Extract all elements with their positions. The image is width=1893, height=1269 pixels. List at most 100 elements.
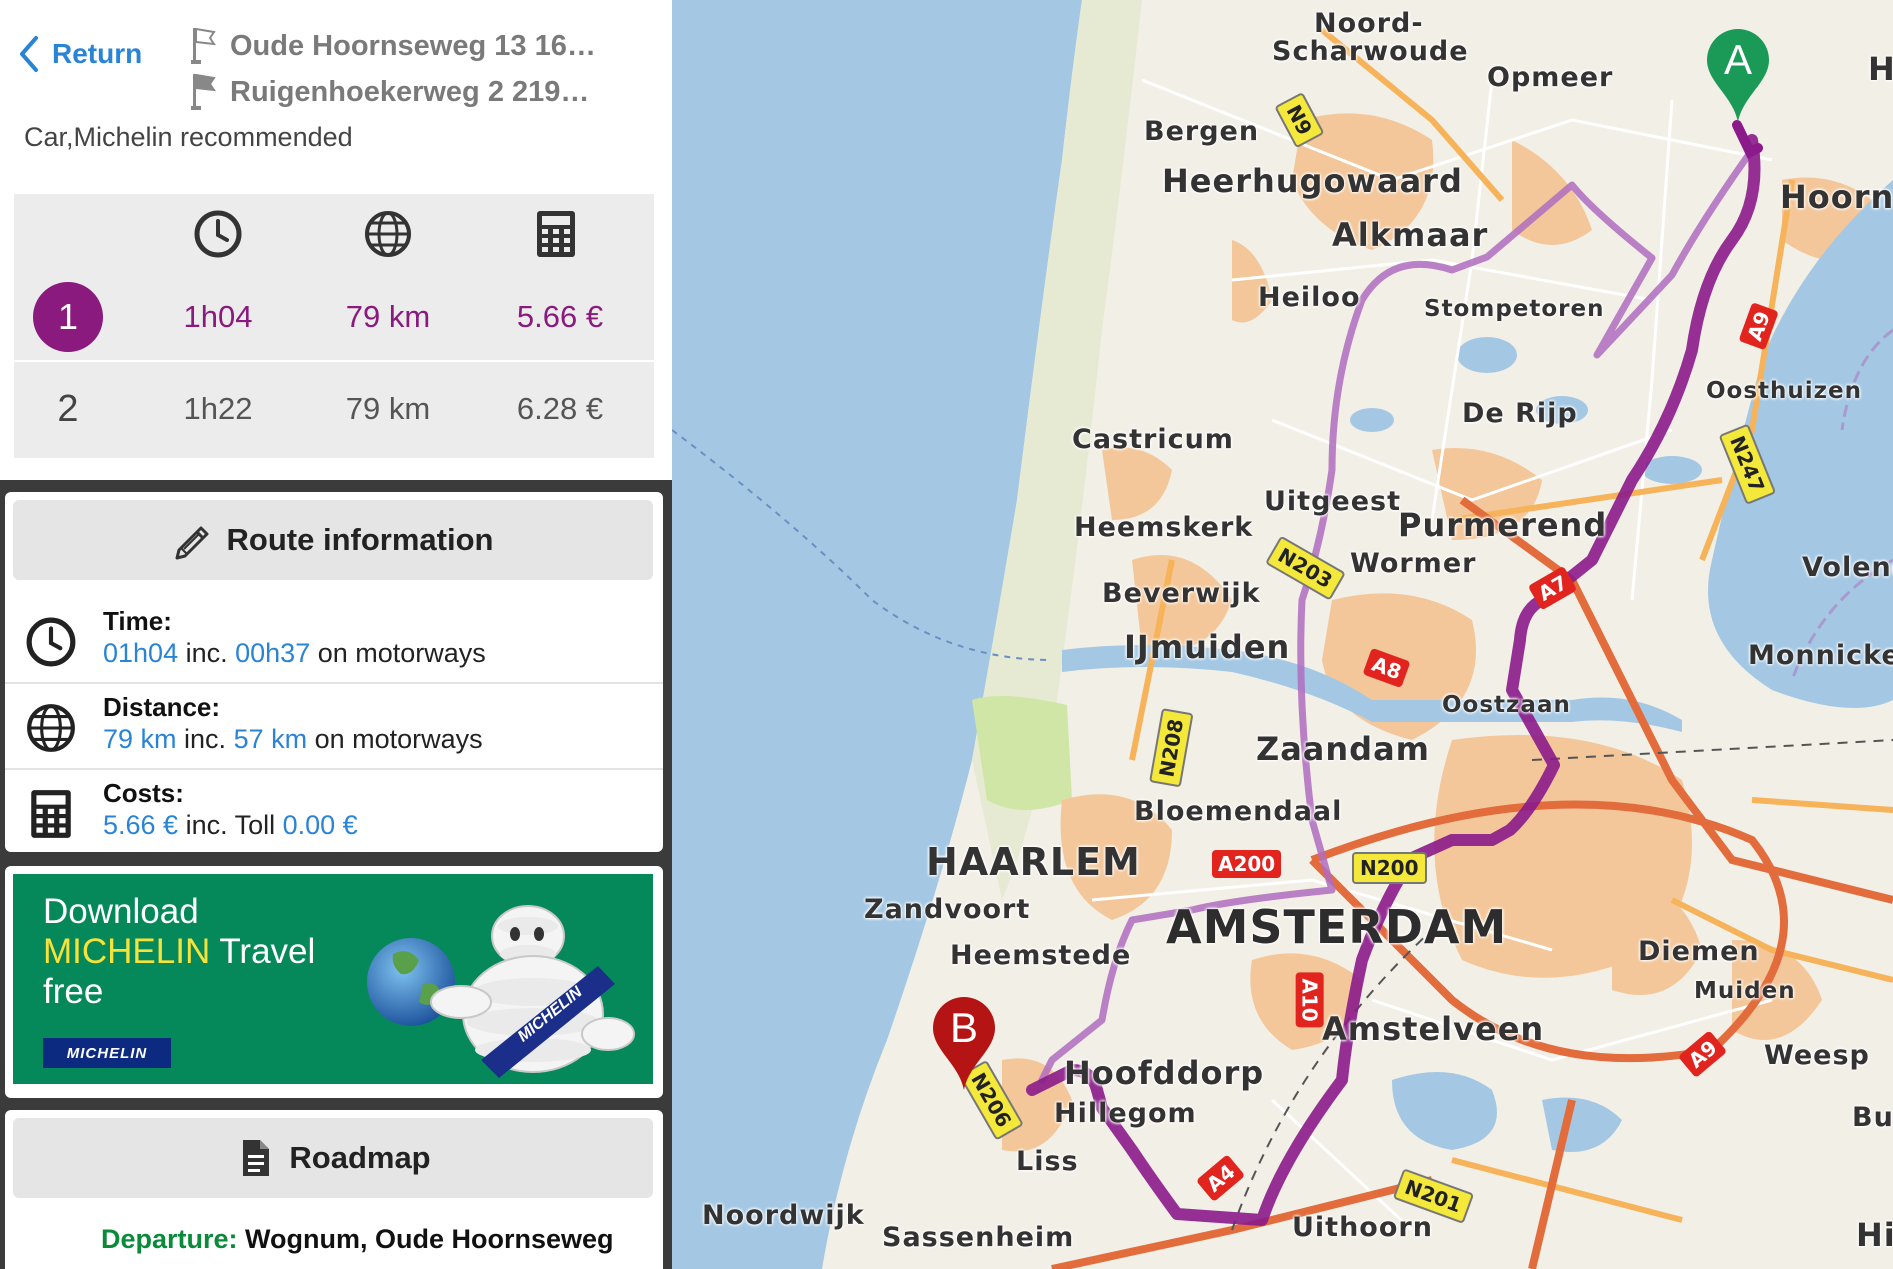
map-label: Noord- [1314,8,1424,39]
calculator-icon [31,790,71,838]
costs-info-row: Costs: 5.66 € inc. Toll 0.00 € [5,770,663,852]
clock-icon [26,617,76,667]
chevron-left-icon [20,36,38,72]
time-suffix: on motorways [310,638,486,668]
route-option-1[interactable]: 1 1h04 79 km 5.66 € [14,272,654,362]
route-option-index: 1 [33,282,103,352]
route-map[interactable]: Noord- Scharwoude Opmeer Bergen Heerhugo… [672,0,1893,1269]
route-panel: Return Oude Hoornseweg 13 16… Ruigenhoek… [0,0,672,1269]
map-label: Alkmaar [1332,216,1489,254]
globe-icon [27,704,75,752]
map-label: De Rijp [1462,398,1578,429]
to-address: Ruigenhoekerweg 2 219… [230,75,590,108]
map-label: Zandvoort [864,894,1031,925]
michelin-man-illustration: MICHELIN [367,905,635,1078]
map-label: Buss [1852,1102,1893,1133]
clock-icon [194,210,242,258]
time-motorway: 00h37 [235,638,311,668]
sea-boundary [672,429,1053,661]
route-option-cost: 5.66 € [516,299,604,334]
roadmap-departure: Departure: Wognum, Oude Hoornseweg [101,1224,614,1255]
route-mode: Car,Michelin recommended [24,122,353,152]
michelin-logo: MICHELIN [43,1038,171,1068]
map-label: Bloemendaal [1134,796,1343,827]
map-label: Liss [1016,1146,1079,1177]
from-address-row[interactable]: Oude Hoornseweg 13 16… [190,26,596,66]
map-label: Hi [1856,1216,1893,1254]
route-options-table: 1 1h04 79 km 5.66 € 2 1h22 79 km 6.28 € [14,194,654,458]
route-option-distance: 79 km [345,391,431,426]
map-label: Heiloo [1258,282,1361,313]
route-option-cost: 6.28 € [516,391,604,426]
map-label: Muiden [1694,978,1796,1004]
end-marker-label: B [949,1004,978,1051]
time-inc: inc. [178,638,236,668]
costs-inc: inc. Toll [178,810,283,840]
costs-total: 5.66 € [103,810,179,840]
end-marker[interactable]: B [929,994,999,1094]
to-address-row[interactable]: Ruigenhoekerweg 2 219… [190,72,589,112]
end-flag-icon [191,73,216,110]
start-marker[interactable]: A [1703,26,1773,126]
costs-toll: 0.00 € [282,810,358,840]
cost-column-header [506,204,606,264]
route-option-time: 1h04 [183,299,253,334]
globe-icon [365,211,411,257]
start-flag-icon [191,27,216,64]
promo-line-2: MICHELIN Travel [43,932,315,972]
time-info-row: Time: 01h04 inc. 00h37 on motorways [5,598,663,684]
return-button[interactable]: Return [18,34,142,74]
map-label: Castricum [1072,424,1234,455]
map-label: Wormer [1350,548,1477,579]
distance-title: Distance: [103,692,221,722]
map-label: H [1868,50,1893,88]
time-detail: 01h04 inc. 00h37 on motorways [103,638,486,669]
time-total: 01h04 [103,638,179,668]
promo-line-3: free [43,972,104,1011]
map-label: Heerhugowaard [1162,162,1463,200]
route-information-header[interactable]: Route information [13,500,653,580]
pencil-icon [175,526,209,560]
map-label: Volend [1802,552,1893,583]
map-label: Scharwoude [1272,36,1469,67]
map-label: Hoofddorp [1064,1054,1265,1092]
route-option-2[interactable]: 2 1h22 79 km 6.28 € [14,364,654,454]
map-label: Uithoorn [1292,1212,1433,1243]
document-icon [243,1140,270,1176]
roadmap-header[interactable]: Roadmap [13,1118,653,1198]
map-label: HAARLEM [926,840,1141,884]
park-area [972,696,1072,810]
distance-detail: 79 km inc. 57 km on motorways [103,724,483,755]
roadmap-card: Roadmap Departure: Wognum, Oude Hoornsew… [5,1110,663,1269]
route-option-time: 1h22 [183,391,253,426]
michelin-travel-banner[interactable]: Download MICHELIN Travel free MICHELIN M… [13,874,653,1084]
departure-label: Departure: [101,1224,238,1254]
map-label: Uitgeest [1264,486,1402,517]
from-address: Oude Hoornseweg 13 16… [230,29,596,62]
distance-info-row: Distance: 79 km inc. 57 km on motorways [5,684,663,770]
time-title: Time: [103,606,172,636]
costs-title: Costs: [103,778,184,808]
calculator-icon [537,211,575,257]
distance-suffix: on motorways [307,724,483,754]
promo-line-1: Download [43,892,199,931]
map-label: Oostzaan [1442,692,1571,718]
map-label: IJmuiden [1124,628,1291,666]
map-label: Purmerend [1398,506,1608,544]
map-label: Sassenheim [882,1222,1075,1253]
time-column-header [168,204,268,264]
route-option-index: 2 [57,387,79,430]
map-label: Heemstede [950,940,1132,971]
route-information-card: Route information Time: 01h04 inc. 00h37… [5,492,663,852]
route-option-distance: 79 km [345,299,431,334]
roadmap-title: Roadmap [289,1140,431,1175]
map-label: Diemen [1638,936,1760,967]
start-marker-label: A [1723,36,1752,83]
map-label: Stompetoren [1424,296,1605,322]
map-label: Hillegom [1054,1098,1197,1129]
map-label: Bergen [1144,116,1260,147]
map-label: Monnicke [1748,640,1893,671]
map-label: Opmeer [1487,62,1614,93]
distance-column-header [338,204,438,264]
distance-motorway: 57 km [233,724,308,754]
